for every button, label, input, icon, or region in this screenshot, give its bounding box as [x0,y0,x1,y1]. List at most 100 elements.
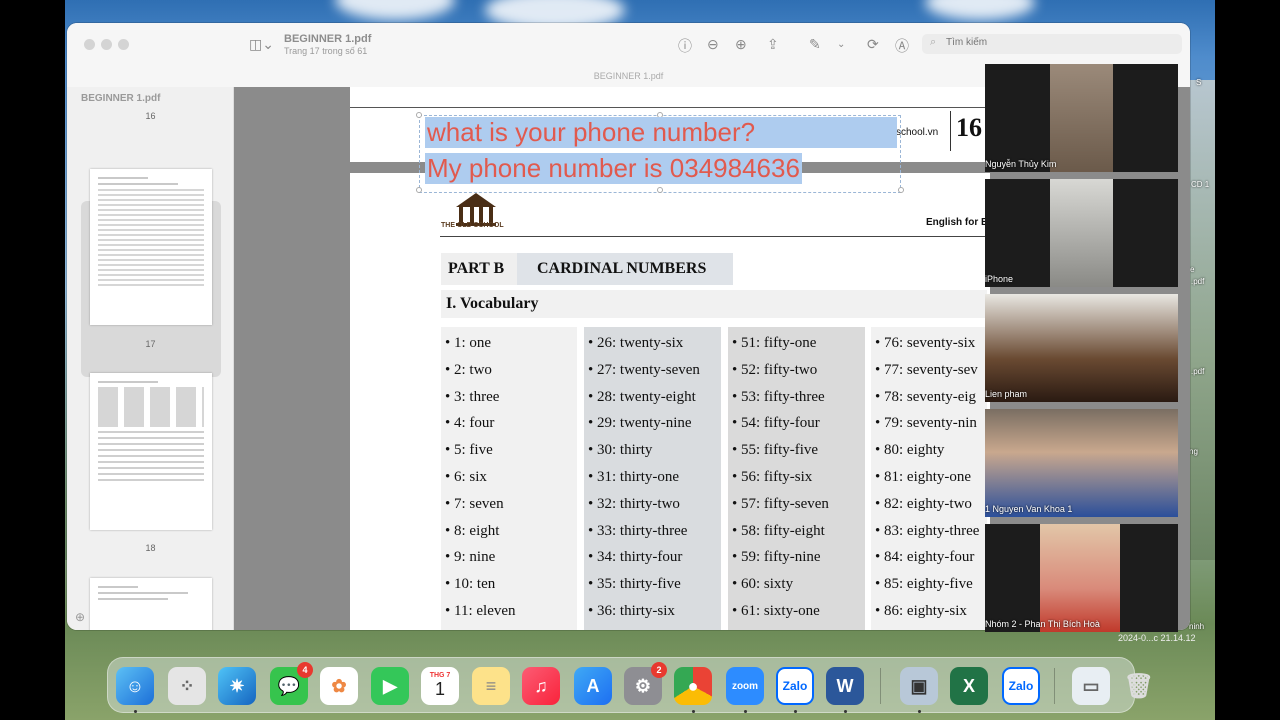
thumbnail-page-19[interactable] [90,578,212,630]
sidebar-toggle-icon[interactable]: ◫⌄ [249,36,274,53]
chrome-icon[interactable]: ● [674,667,712,705]
vocab-item: • 9: nine [445,549,496,566]
thumbnail-page-18[interactable] [90,373,212,530]
vocab-item: • 83: eighty-three [875,522,980,539]
vocab-item: • 29: twenty-nine [588,415,692,432]
search-field[interactable]: ⌕ [922,34,1182,54]
vocab-item: • 26: twenty-six [588,335,684,351]
vocab-item: • 84: eighty-four [875,549,975,566]
participant-name: 1 Nguyen Van Khoa 1 [985,504,1073,514]
thumbnail-sidebar: BEGINNER 1.pdf 16 17 18 ⊕ [67,87,234,630]
downloads-stack-icon[interactable]: ▭ [1072,667,1110,705]
music-icon[interactable]: ♫ [522,667,560,705]
search-input[interactable] [946,37,1078,48]
messages-badge: 4 [297,662,313,678]
vocab-item: • 60: sixty [732,576,794,593]
word-icon[interactable]: W [826,667,864,705]
system-settings-icon[interactable]: ⚙ 2 [624,662,667,705]
zoom-in-icon[interactable]: ⊕ [735,36,747,53]
vocab-item: • 1: one [445,335,492,351]
vocab-item: • 56: fifty-six [732,469,813,485]
launchpad-icon[interactable]: ⁘ [168,667,206,705]
participant-tile[interactable]: Nhóm 2 - Phan Thị Bích Hoà [985,524,1178,632]
vocab-item: • 77: seventy-sev [875,361,978,378]
header-page-number: 16 [956,113,982,142]
annotation-line-1[interactable]: what is your phone number? [425,117,897,148]
facetime-icon[interactable]: ▶ [371,667,409,705]
excel-icon[interactable]: X [950,667,988,705]
vocab-item: • 11: eleven [445,603,516,619]
running-indicator [744,710,747,713]
add-page-icon[interactable]: ⊕ [75,610,85,624]
zoom-window-button[interactable] [118,39,129,50]
header-site: school.vn [896,127,939,138]
settings-badge: 2 [651,662,667,678]
vocab-item: • 61: sixty-one [732,603,820,619]
running-indicator [844,710,847,713]
search-icon: ⌕ [930,36,937,48]
annotation-line-2[interactable]: My phone number is 034984636 [425,153,802,184]
participant-video [1040,524,1120,632]
page-label-17: 17 [145,339,156,349]
vocab-item: • 79: seventy-nin [875,415,977,432]
markup-pen-icon[interactable]: ✎ [809,36,821,53]
dock-separator [1054,668,1055,704]
header-rule [440,236,987,237]
vocab-column-4: • 76: seventy-six • 77: seventy-sev • 78: … [871,327,987,630]
participant-tile[interactable]: iPhone [985,179,1178,287]
notes-icon[interactable]: ≡ [472,667,510,705]
zalo-icon-2[interactable]: Zalo [1002,667,1040,705]
trash-icon[interactable]: 🗑 [1120,667,1158,705]
logo-text: THE OLD SCHOOL [441,222,504,229]
messages-icon[interactable]: 💬 4 [270,662,313,705]
zoom-icon[interactable]: zoom [726,667,764,705]
page-label-16: 16 [145,111,156,121]
vocab-item: • 31: thirty-one [588,469,680,485]
vocab-item: • 34: thirty-four [588,549,683,566]
participant-tile[interactable]: Nguyễn Thủy Kim [985,64,1178,172]
calendar-month: THG 7 [429,672,451,679]
vocab-item: • 30: thirty [588,442,653,459]
page16-top-rule [350,107,987,108]
calendar-day: 1 [434,679,445,699]
vocab-item: • 27: twenty-seven [588,361,700,378]
vocab-item: • 59: fifty-nine [732,549,821,566]
rotate-icon[interactable]: ⟳ [867,36,879,53]
part-tag: PART B [441,253,517,285]
vocab-item: • 32: thirty-two [588,495,680,512]
vocab-item: • 80: eighty [875,442,945,459]
thumbnail-page-17[interactable] [90,169,212,325]
video-gallery: Nguyễn Thủy Kim iPhone Lien pham 1 Nguye… [985,64,1178,632]
annotation-handle[interactable] [657,187,663,193]
zalo-icon[interactable]: Zalo [776,667,814,705]
safari-icon[interactable]: ✷ [218,667,256,705]
close-window-button[interactable] [84,39,95,50]
vocab-item: • 8: eight [445,522,500,539]
zoom-out-icon[interactable]: ⊖ [707,36,719,53]
participant-video [985,409,1178,517]
markup-toolbar-icon[interactable]: Ⓐ [895,36,909,56]
participant-name: Lien pham [985,389,1028,399]
vocab-item: • 81: eighty-one [875,469,972,485]
info-icon[interactable]: ⓘ [678,36,692,56]
participant-tile[interactable]: Lien pham [985,294,1178,402]
vocab-item: • 51: fifty-one [732,335,817,351]
annotation-handle[interactable] [416,112,422,118]
annotation-handle[interactable] [898,187,904,193]
bg-label-pdf2: .pdf [1191,367,1205,376]
minimize-window-button[interactable] [101,39,112,50]
participant-tile[interactable]: 1 Nguyen Van Khoa 1 [985,409,1178,517]
photos-icon[interactable]: ✿ [320,667,358,705]
vocab-item: • 7: seven [445,495,504,512]
participant-name: iPhone [985,274,1014,284]
vocab-item: • 82: eighty-two [875,495,972,512]
vocab-item: • 28: twenty-eight [588,388,696,405]
vocab-column-3: • 51: fifty-one • 52: fifty-two • 53: fift… [728,327,865,630]
preview-icon[interactable]: ▣ [900,667,938,705]
calendar-icon[interactable]: THG 7 1 [421,667,459,705]
annotation-handle[interactable] [416,187,422,193]
share-icon[interactable]: ⇪ [767,36,779,53]
app-store-icon[interactable]: A [574,667,612,705]
chevron-down-icon[interactable]: ⌄ [837,39,845,50]
finder-icon[interactable]: ☺ [116,667,154,705]
